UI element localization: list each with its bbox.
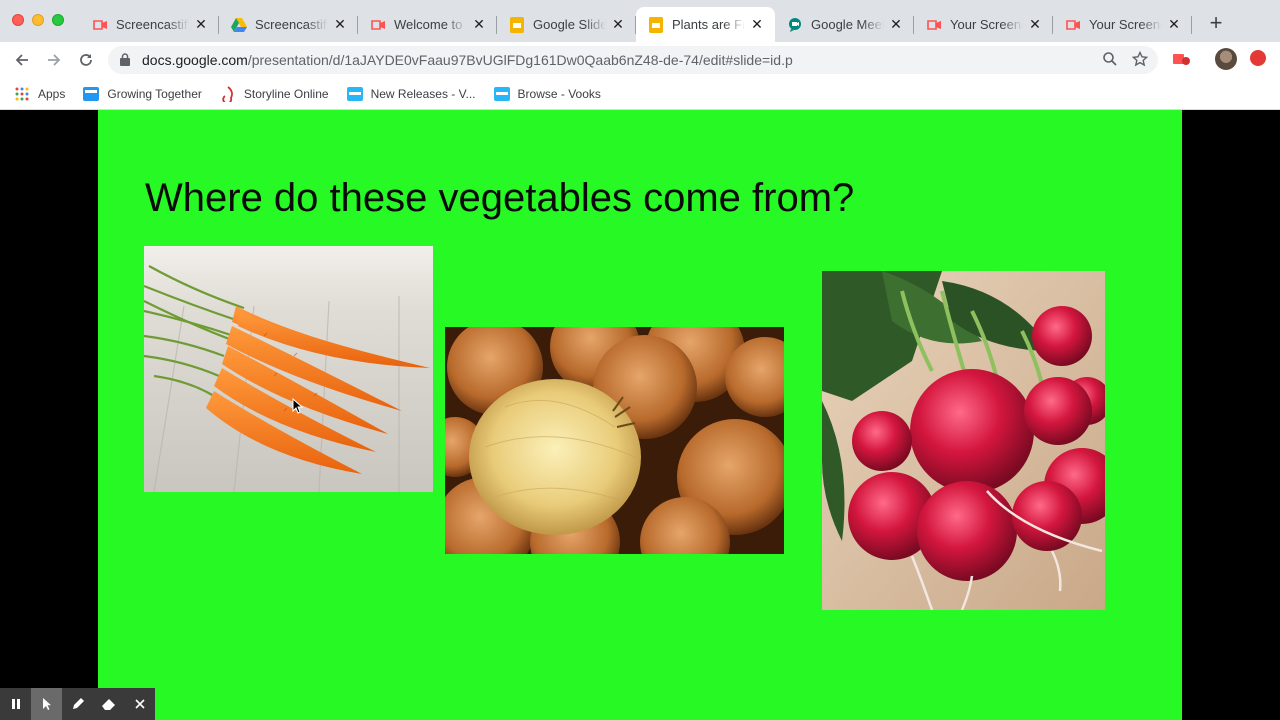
- google-slides-icon: [648, 16, 664, 33]
- google-meet-icon: [787, 17, 803, 33]
- screencastify-icon: [926, 17, 942, 33]
- tab-title: Plants are Fruits: [672, 17, 745, 32]
- google-drive-icon: [231, 17, 247, 33]
- growing-together-icon: [83, 86, 100, 102]
- close-tab-icon[interactable]: ✕: [193, 16, 209, 33]
- tab-title: Welcome to Screencastify: [394, 17, 467, 32]
- carrots-image: [144, 246, 433, 492]
- close-tab-icon[interactable]: ✕: [1166, 16, 1182, 33]
- onions-image: [445, 327, 784, 554]
- slide-title: Where do these vegetables come from?: [145, 176, 855, 220]
- vooks-icon: [493, 86, 510, 102]
- close-tab-icon[interactable]: ✕: [471, 16, 487, 33]
- window-maximize-button[interactable]: [52, 14, 64, 26]
- close-tab-icon[interactable]: ✕: [610, 16, 626, 33]
- pause-recording-button[interactable]: [0, 688, 31, 720]
- pause-icon: [11, 699, 20, 709]
- tab-google-meet[interactable]: Google Meet ✕: [775, 7, 914, 42]
- close-tab-icon[interactable]: ✕: [888, 16, 904, 33]
- tab-google-slides[interactable]: Google Slides ✕: [497, 7, 636, 42]
- reload-icon: [80, 54, 92, 66]
- tab-title: Your Screencastify: [1089, 17, 1162, 32]
- tab-welcome-screencastify[interactable]: Welcome to Screencastify ✕: [358, 7, 497, 42]
- zoom-icon[interactable]: [1102, 51, 1118, 67]
- bookmark-label: Browse - Vooks: [517, 86, 601, 101]
- tab-plants-are-fruits[interactable]: Plants are Fruits ✕: [636, 7, 775, 42]
- reload-button[interactable]: [74, 48, 98, 72]
- vooks-icon: [346, 86, 363, 102]
- eraser-icon: [101, 699, 115, 710]
- close-toolbar-button[interactable]: [124, 688, 155, 720]
- arrow-left-icon: [15, 54, 28, 66]
- tab-title: Google Meet: [811, 17, 884, 32]
- tab-title: Google Slides: [533, 17, 606, 32]
- lock-icon: [120, 53, 130, 66]
- bookmark-browse-vooks[interactable]: Browse - Vooks: [493, 86, 601, 102]
- screencastify-icon: [370, 17, 386, 33]
- close-tab-icon[interactable]: ✕: [332, 16, 348, 33]
- window-minimize-button[interactable]: [32, 14, 44, 26]
- cursor-tool-button[interactable]: [31, 688, 62, 720]
- screencastify-icon: [92, 17, 108, 33]
- bookmark-storyline-online[interactable]: Storyline Online: [220, 85, 329, 102]
- bookmark-apps[interactable]: Apps: [14, 86, 65, 102]
- profile-avatar[interactable]: [1215, 48, 1237, 70]
- bookmark-growing-together[interactable]: Growing Together: [83, 86, 202, 102]
- tab-your-screencastify-1[interactable]: Your Screencastify ✕: [914, 7, 1053, 42]
- tab-screencastify-2[interactable]: Screencastify ✕: [219, 7, 358, 42]
- pointer-icon: [42, 698, 51, 710]
- tab-screencastify-1[interactable]: Screencastify ✕: [80, 7, 219, 42]
- address-bar[interactable]: docs.google.com/presentation/d/1aJAYDE0v…: [108, 46, 1158, 74]
- screencastify-icon: [1065, 17, 1081, 33]
- bookmarks-bar: Apps Growing Together Storyline Online N…: [0, 78, 1280, 110]
- forward-button[interactable]: [42, 48, 66, 72]
- close-tab-icon[interactable]: ✕: [749, 16, 765, 33]
- bookmark-label: New Releases - V...: [370, 86, 476, 101]
- bookmark-label: Growing Together: [107, 86, 202, 101]
- new-tab-button[interactable]: +: [1204, 12, 1228, 36]
- storyline-online-icon: [220, 85, 236, 102]
- apps-grid-icon: [14, 86, 30, 102]
- bookmark-label: Apps: [38, 86, 66, 101]
- screencastify-toolbar: [0, 688, 155, 720]
- bookmark-star-icon[interactable]: [1132, 51, 1148, 67]
- tab-title: Your Screencastify: [950, 17, 1023, 32]
- tab-strip: Screencastify ✕ Screencastify ✕ Welcome …: [0, 0, 1280, 42]
- close-icon: [134, 699, 145, 709]
- screencastify-extension-icon[interactable]: [1172, 50, 1192, 68]
- tab-your-screencastify-2[interactable]: Your Screencastify ✕: [1053, 7, 1192, 42]
- mouse-cursor-icon: [292, 398, 304, 414]
- pencil-icon: [72, 698, 84, 709]
- google-slides-icon: [509, 16, 525, 33]
- window-close-button[interactable]: [12, 14, 24, 26]
- extension-icon[interactable]: [1250, 50, 1266, 66]
- tab-title: Screencastify: [255, 17, 328, 32]
- close-tab-icon[interactable]: ✕: [1027, 16, 1043, 33]
- arrow-right-icon: [48, 54, 61, 66]
- pen-tool-button[interactable]: [62, 688, 93, 720]
- back-button[interactable]: [10, 48, 34, 72]
- bookmark-label: Storyline Online: [243, 86, 329, 101]
- eraser-tool-button[interactable]: [93, 688, 124, 720]
- presentation-stage: Where do these vegetables come from?: [0, 110, 1280, 720]
- browser-toolbar: docs.google.com/presentation/d/1aJAYDE0v…: [0, 42, 1280, 78]
- bookmark-new-releases-vooks[interactable]: New Releases - V...: [346, 86, 476, 102]
- tab-title: Screencastify: [116, 17, 189, 32]
- slide[interactable]: Where do these vegetables come from?: [98, 110, 1182, 720]
- url-text: docs.google.com/presentation/d/1aJAYDE0v…: [142, 52, 793, 68]
- radishes-image: [822, 271, 1105, 610]
